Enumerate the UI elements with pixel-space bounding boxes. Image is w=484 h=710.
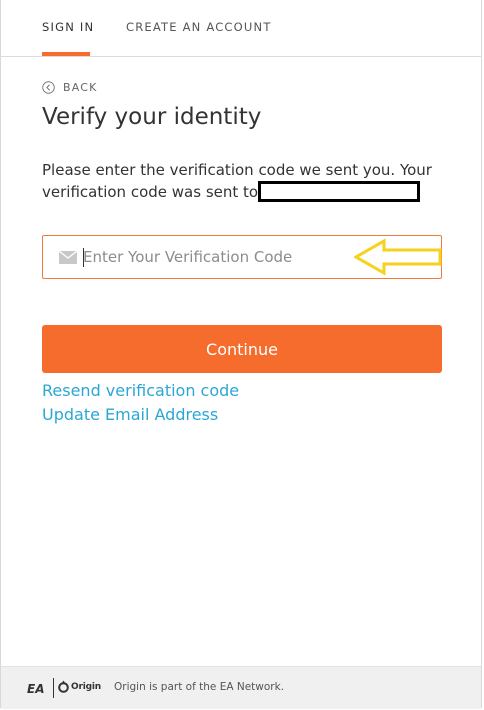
back-button[interactable]: BACK xyxy=(42,81,98,94)
origin-icon xyxy=(58,680,69,693)
update-email-link[interactable]: Update Email Address xyxy=(42,405,218,424)
auth-tabs: SIGN IN CREATE AN ACCOUNT xyxy=(0,0,482,57)
envelope-icon xyxy=(59,251,77,264)
footer: EA Origin Origin is part of the EA Netwo… xyxy=(1,666,481,709)
tab-create-account[interactable]: CREATE AN ACCOUNT xyxy=(126,20,272,34)
verification-code-input[interactable] xyxy=(83,236,383,278)
verification-description: Please enter the verification code we se… xyxy=(42,159,442,203)
origin-wordmark: Origin xyxy=(71,682,101,692)
footer-divider xyxy=(53,678,54,698)
annotation-arrow-icon xyxy=(354,238,442,276)
continue-button[interactable]: Continue xyxy=(42,325,442,373)
tab-sign-in[interactable]: SIGN IN xyxy=(42,20,94,34)
back-label: BACK xyxy=(63,81,98,94)
page-title: Verify your identity xyxy=(42,104,262,130)
origin-logo: Origin xyxy=(58,680,101,694)
footer-text: Origin is part of the EA Network. xyxy=(114,681,285,693)
ea-logo-icon: EA xyxy=(27,682,44,695)
back-circle-icon xyxy=(42,81,55,94)
svg-text:EA: EA xyxy=(27,682,44,695)
text-caret xyxy=(83,248,84,267)
active-tab-indicator xyxy=(42,52,90,56)
resend-code-link[interactable]: Resend verification code xyxy=(42,381,239,400)
redacted-email-box xyxy=(258,181,421,202)
